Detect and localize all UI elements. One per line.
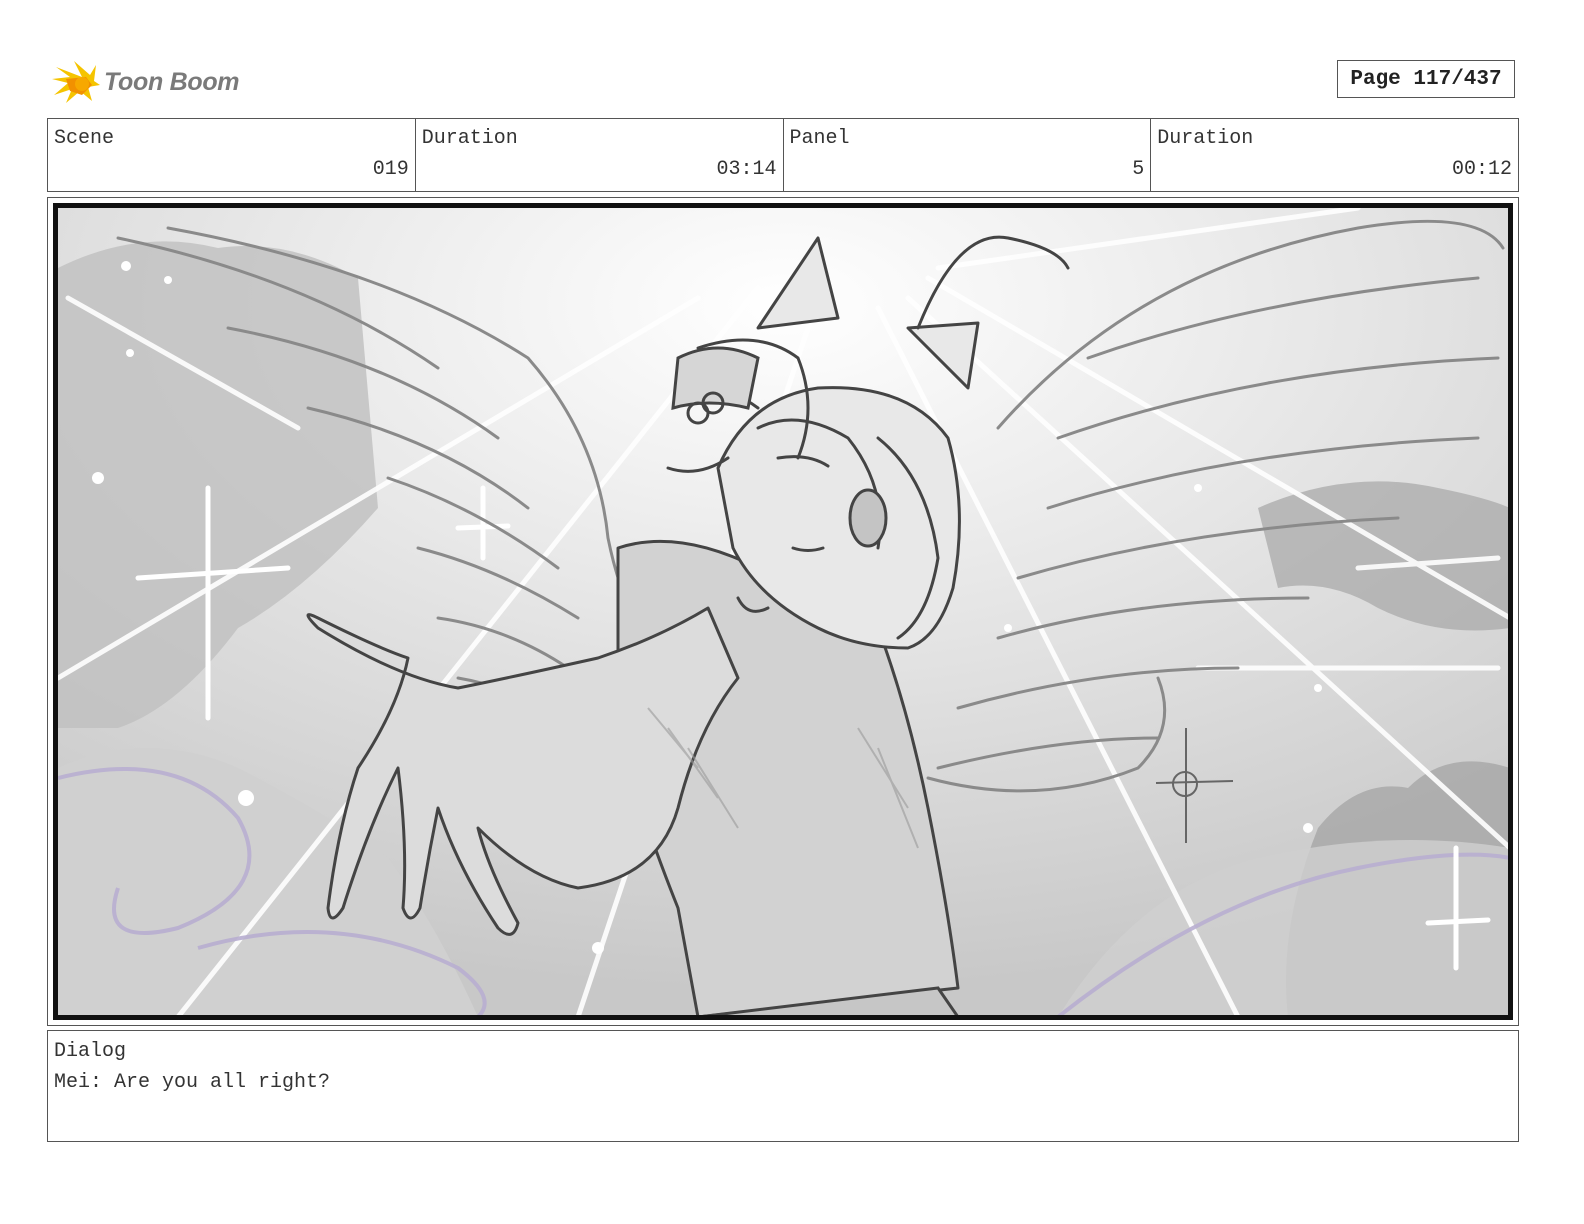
storyboard-panel-image (53, 203, 1513, 1020)
logo-text: Toon Boom (104, 67, 240, 96)
panel-duration-cell: Duration 00:12 (1151, 119, 1518, 191)
scene-value: 019 (372, 158, 409, 181)
panel-label: Panel (789, 127, 850, 150)
page-counter: Page 117/437 (1337, 60, 1515, 98)
panel-duration-value: 00:12 (1451, 158, 1512, 181)
dialog-text: Mei: Are you all right? (54, 1071, 331, 1094)
toon-boom-burst-icon (52, 61, 100, 103)
panel-info-row: Scene 019 Duration 03:14 Panel 5 Duratio… (47, 118, 1519, 192)
scene-cell: Scene 019 (48, 119, 416, 191)
dialog-box: Dialog Mei: Are you all right? (47, 1030, 1519, 1142)
toon-boom-logo: Toon Boom (52, 56, 252, 108)
scene-duration-cell: Duration 03:14 (416, 119, 784, 191)
dialog-label: Dialog (54, 1040, 127, 1063)
scene-duration-label: Duration (421, 127, 518, 150)
scene-duration-value: 03:14 (716, 158, 777, 181)
panel-duration-label: Duration (1157, 127, 1254, 150)
panel-value: 5 (1132, 158, 1145, 181)
scene-label: Scene (54, 127, 115, 150)
panel-cell: Panel 5 (784, 119, 1152, 191)
storyboard-panel-frame (47, 197, 1519, 1026)
storyboard-sketch-winged-girl-reaching (58, 208, 1508, 1015)
